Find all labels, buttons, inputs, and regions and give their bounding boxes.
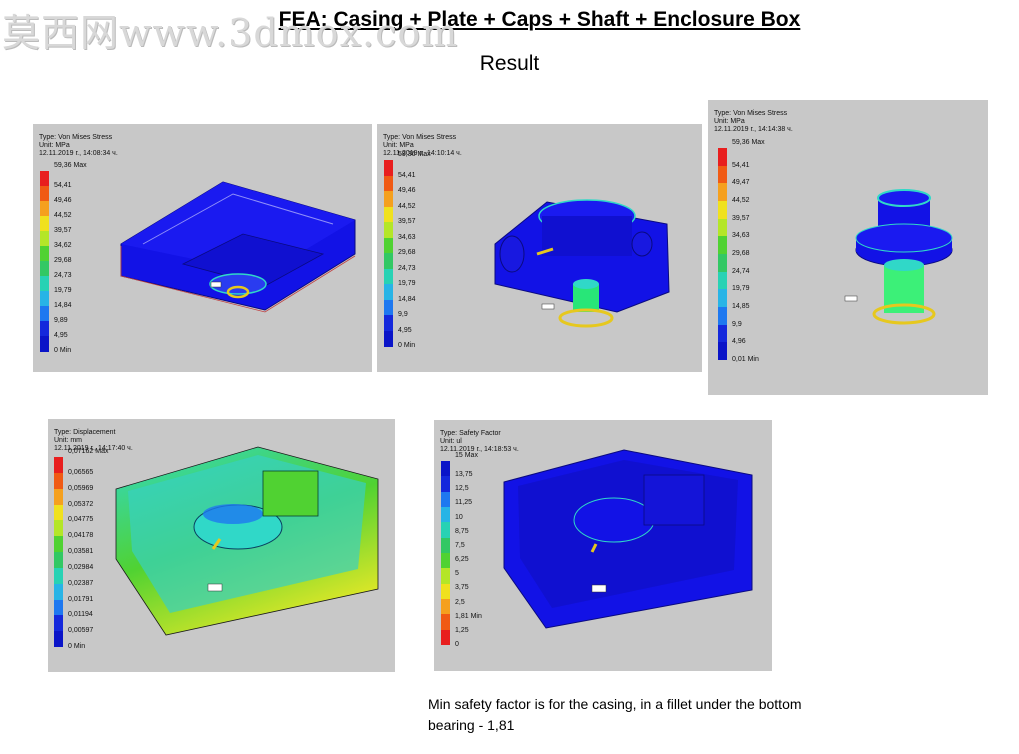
- model-view-shaft: [844, 189, 953, 325]
- model-view-enclosure-safety-factor: [503, 449, 753, 629]
- safety-factor-note: Min safety factor is for the casing, in …: [428, 696, 802, 733]
- result-panel-shaft-stress: Type: Von Mises Stress Unit: MPa 12.11.2…: [708, 100, 988, 395]
- watermark-text: 莫西网www.3dmox.com: [2, 11, 459, 55]
- result-panel-displacement: Type: Displacement Unit: mm 12.11.2019 г…: [48, 419, 395, 672]
- model-view-casing: [494, 199, 670, 328]
- result-panel-safety-factor: Type: Safety Factor Unit: ul 12.11.2019 …: [434, 420, 772, 671]
- model-view-plate: [120, 181, 356, 313]
- result-panel-casing-stress: Type: Von Mises Stress Unit: MPa 12.11.2…: [377, 124, 702, 372]
- model-view-enclosure-displacement: [115, 446, 379, 636]
- result-panel-plate-stress: Type: Von Mises Stress Unit: MPa 12.11.2…: [33, 124, 372, 372]
